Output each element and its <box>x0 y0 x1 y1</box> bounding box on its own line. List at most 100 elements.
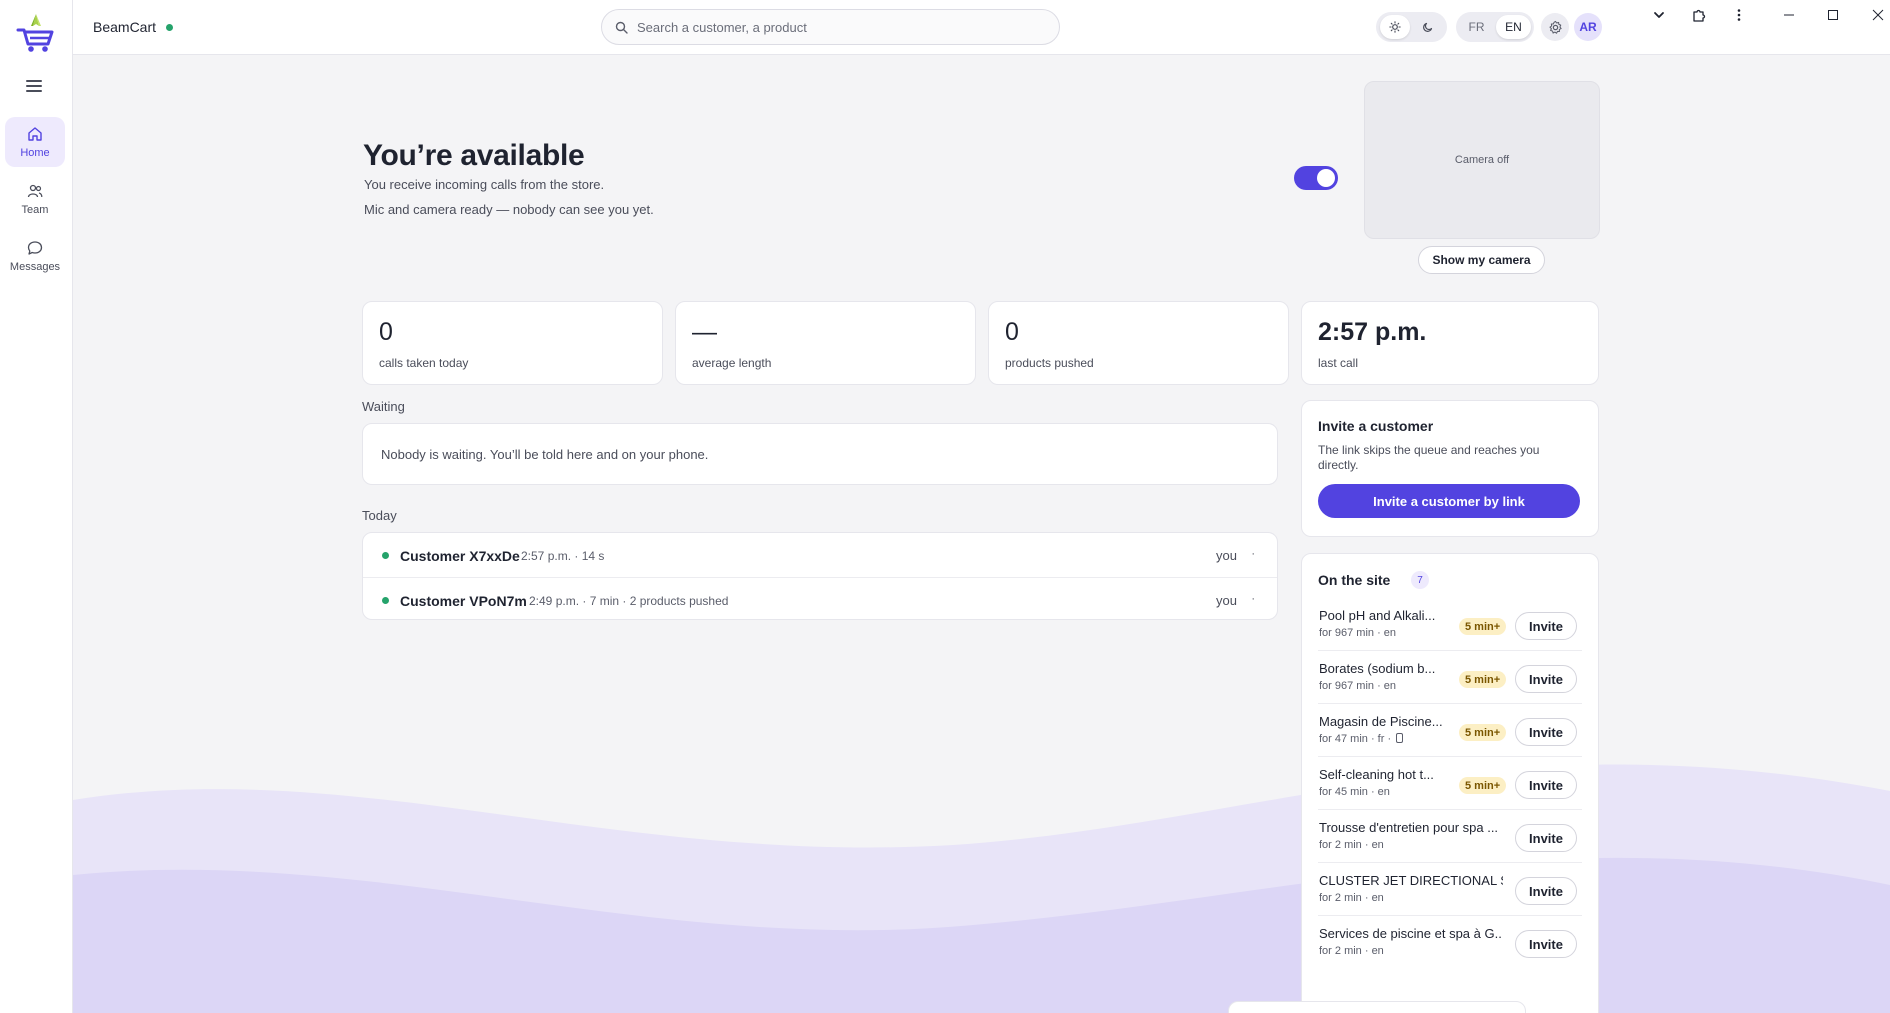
invite-visitor-button[interactable]: Invite <box>1515 771 1577 799</box>
stat-caption: products pushed <box>1005 356 1094 370</box>
top-bar: BeamCart FR EN AR <box>73 0 1890 55</box>
invite-visitor-button[interactable]: Invite <box>1515 665 1577 693</box>
visitor-row: CLUSTER JET DIRECTIONAL S... for 2 min ·… <box>1318 863 1582 916</box>
stat-products-pushed: 0 products pushed <box>988 301 1289 385</box>
show-camera-button[interactable]: Show my camera <box>1418 246 1545 274</box>
call-agent: you <box>1216 593 1237 608</box>
invite-visitor-button[interactable]: Invite <box>1515 877 1577 905</box>
dark-theme-button[interactable] <box>1413 15 1443 39</box>
maximize-icon <box>1828 10 1838 20</box>
minimize-icon <box>1784 14 1794 16</box>
call-customer-name: Customer VPoN7m <box>400 593 527 609</box>
next-card-peek <box>1228 1001 1526 1013</box>
maximize-button[interactable] <box>1813 0 1853 30</box>
invite-visitor-button[interactable]: Invite <box>1515 824 1577 852</box>
light-theme-button[interactable] <box>1380 15 1410 39</box>
visitor-row: Self-cleaning hot t... for 45 min · en 5… <box>1318 757 1582 810</box>
visitor-row: Services de piscine et spa à G... for 2 … <box>1318 916 1582 969</box>
stat-caption: last call <box>1318 356 1359 370</box>
visitor-row: Magasin de Piscine... for 47 min · fr · … <box>1318 704 1582 757</box>
visitor-meta: for 2 min · en <box>1319 945 1384 957</box>
call-agent: you <box>1216 548 1237 563</box>
visitor-page-title: Services de piscine et spa à G... <box>1319 926 1503 941</box>
online-status-dot <box>382 597 389 604</box>
tab-list-button[interactable] <box>1639 0 1679 30</box>
browser-menu-button[interactable] <box>1719 0 1759 30</box>
visitor-meta: for 967 min · en <box>1319 680 1397 692</box>
camera-status-label: Camera off <box>1454 154 1510 166</box>
rail-item-team[interactable]: Team <box>5 174 65 224</box>
user-avatar[interactable]: AR <box>1574 13 1602 41</box>
invite-card: Invite a customer The link skips the que… <box>1301 400 1599 537</box>
settings-button[interactable] <box>1541 13 1569 41</box>
rail-item-label: Messages <box>9 260 61 273</box>
call-row[interactable]: Customer X7xxDe 2:57 p.m. · 14 s you · <box>363 533 1277 577</box>
stat-caption: calls taken today <box>379 356 469 370</box>
rail-item-home[interactable]: Home <box>5 117 65 167</box>
sun-icon <box>1389 21 1401 33</box>
close-icon <box>1872 9 1884 21</box>
visitor-row: Trousse d'entretien pour spa ... for 2 m… <box>1318 810 1582 863</box>
stat-average-length: — average length <box>675 301 976 385</box>
message-icon <box>27 240 43 255</box>
switch-knob <box>1317 169 1335 187</box>
search-bar[interactable] <box>601 9 1060 45</box>
time-badge: 5 min+ <box>1459 671 1507 688</box>
stat-value: — <box>692 318 717 346</box>
call-meta: 2:57 p.m. · 14 s <box>521 549 605 563</box>
time-badge: 5 min+ <box>1459 724 1507 741</box>
visitor-meta: for 967 min · en <box>1319 627 1397 639</box>
today-call-list: Customer X7xxDe 2:57 p.m. · 14 s you · C… <box>362 532 1278 620</box>
home-icon <box>28 126 42 141</box>
waiting-empty-text: Nobody is waiting. You’ll be told here a… <box>381 447 709 462</box>
visitor-page-title: Trousse d'entretien pour spa ... <box>1319 820 1499 835</box>
puzzle-icon <box>1693 9 1706 22</box>
invite-by-link-button[interactable]: Invite a customer by link <box>1318 484 1580 518</box>
stat-value: 0 <box>1005 318 1019 346</box>
online-status-dot <box>166 24 173 31</box>
waiting-heading: Waiting <box>362 399 405 414</box>
rail-item-messages[interactable]: Messages <box>5 231 65 281</box>
visitor-meta: for 45 min · en <box>1319 786 1390 798</box>
call-more[interactable]: · <box>1251 548 1255 560</box>
time-badge: 5 min+ <box>1459 777 1507 794</box>
close-button[interactable] <box>1858 0 1890 30</box>
call-more[interactable]: · <box>1251 593 1255 605</box>
extensions-button[interactable] <box>1679 0 1719 30</box>
moon-icon <box>1423 22 1433 32</box>
waiting-queue: Nobody is waiting. You’ll be told here a… <box>362 423 1278 485</box>
rail-item-label: Home <box>20 146 50 159</box>
stat-last-call: 2:57 p.m. last call <box>1301 301 1599 385</box>
stat-calls-today: 0 calls taken today <box>362 301 663 385</box>
invite-description: The link skips the queue and reaches you… <box>1318 443 1540 472</box>
brand-name: BeamCart <box>93 19 157 35</box>
invite-visitor-button[interactable]: Invite <box>1515 718 1577 746</box>
main-content: You’re available You receive incoming ca… <box>73 55 1890 1013</box>
search-input[interactable] <box>637 10 1047 44</box>
mobile-phone-icon <box>1396 733 1404 743</box>
invite-visitor-button[interactable]: Invite <box>1515 612 1577 640</box>
availability-switch[interactable] <box>1294 166 1338 190</box>
lang-fr-button[interactable]: FR <box>1459 15 1494 39</box>
stat-value: 2:57 p.m. <box>1318 318 1427 346</box>
search-icon <box>615 21 628 34</box>
on-site-card: On the site 7 Pool pH and Alkali... for … <box>1301 553 1599 1013</box>
stat-value: 0 <box>379 318 393 346</box>
minimize-button[interactable] <box>1769 0 1809 30</box>
time-badge: 5 min+ <box>1459 618 1507 635</box>
cart-logo-icon[interactable] <box>16 10 56 54</box>
call-row[interactable]: Customer VPoN7m 2:49 p.m. · 7 min · 2 pr… <box>363 577 1277 621</box>
stat-caption: average length <box>692 356 772 370</box>
on-site-title: On the site <box>1318 572 1391 588</box>
availability-title: You’re available <box>363 139 585 172</box>
lang-en-button[interactable]: EN <box>1496 15 1531 39</box>
team-icon <box>27 184 43 197</box>
visitor-meta-wrap: for 47 min · fr · <box>1319 733 1404 745</box>
invite-visitor-button[interactable]: Invite <box>1515 930 1577 958</box>
kebab-menu-icon <box>1737 9 1741 21</box>
menu-icon[interactable] <box>26 80 42 92</box>
left-rail: Home Team Messages <box>0 0 73 1013</box>
camera-preview: Camera off <box>1364 81 1600 239</box>
theme-toggle <box>1376 12 1447 42</box>
online-status-dot <box>382 552 389 559</box>
